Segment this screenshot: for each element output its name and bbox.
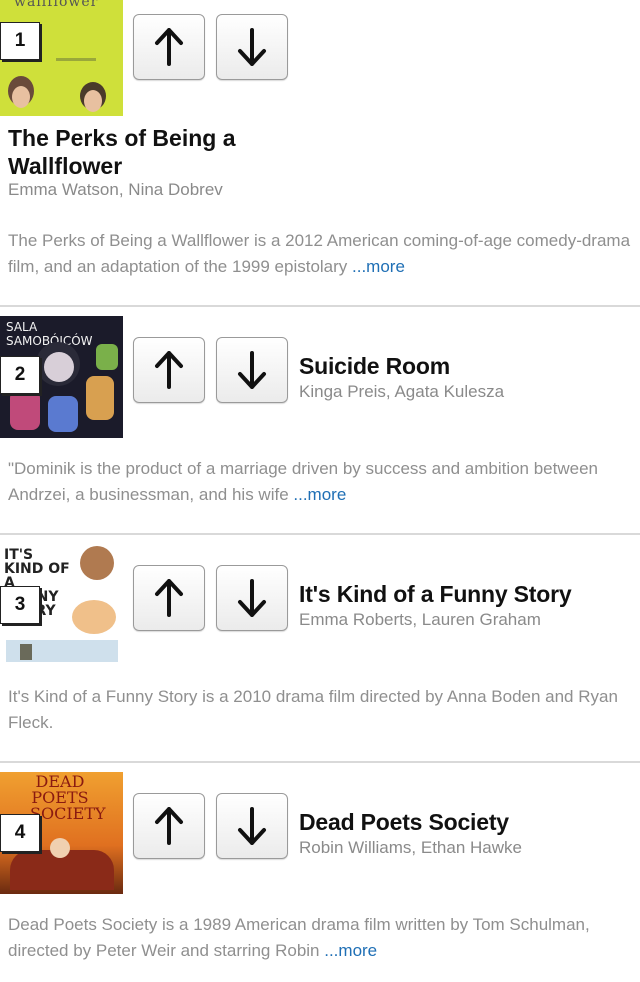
upvote-button[interactable] — [133, 793, 205, 859]
description-text: The Perks of Being a Wallflower is a 201… — [8, 231, 631, 276]
downvote-button[interactable] — [216, 14, 288, 80]
poster-face — [84, 90, 102, 112]
rank-badge: 3 — [0, 586, 40, 624]
poster-face — [12, 86, 30, 108]
poster-face — [72, 600, 116, 634]
poster-face — [80, 546, 114, 580]
divider — [0, 533, 640, 535]
arrow-up-icon — [155, 28, 183, 66]
movie-poster[interactable]: wallflower 1 — [0, 0, 123, 116]
movie-title[interactable]: It's Kind of a Funny Story — [299, 581, 572, 608]
more-link[interactable]: ...more — [352, 257, 405, 276]
poster-figure — [20, 644, 32, 660]
poster-figure — [96, 344, 118, 370]
poster-face — [50, 838, 70, 858]
arrow-up-icon — [155, 807, 183, 845]
movie-description: "Dominik is the product of a marriage dr… — [8, 456, 632, 508]
movie-poster[interactable]: SALA SAMOBÓJCÓW 2 — [0, 316, 123, 438]
movie-cast: Robin Williams, Ethan Hawke — [299, 838, 522, 857]
rank-badge: 1 — [0, 22, 40, 60]
more-link[interactable]: ...more — [324, 941, 377, 960]
poster-figure — [48, 396, 78, 432]
poster-title: wallflower — [14, 0, 99, 10]
movie-title[interactable]: The Perks of Being a Wallflower — [8, 124, 298, 180]
movie-title[interactable]: Dead Poets Society — [299, 809, 509, 836]
arrow-down-icon — [238, 28, 266, 66]
poster-figure — [86, 376, 114, 420]
more-link[interactable]: ...more — [293, 485, 346, 504]
rank-badge: 2 — [0, 356, 40, 394]
movie-poster[interactable]: IT'S KIND OF A FUNNY STORY 3 — [0, 544, 123, 666]
arrow-down-icon — [238, 579, 266, 617]
arrow-up-icon — [155, 351, 183, 389]
arrow-up-icon — [155, 579, 183, 617]
upvote-button[interactable] — [133, 337, 205, 403]
movie-cast: Kinga Preis, Agata Kulesza — [299, 382, 505, 401]
downvote-button[interactable] — [216, 793, 288, 859]
downvote-button[interactable] — [216, 565, 288, 631]
description-text: It's Kind of a Funny Story is a 2010 dra… — [8, 687, 618, 732]
arrow-down-icon — [238, 807, 266, 845]
movie-poster[interactable]: DEAD POETS SOCIETY 4 — [0, 772, 123, 894]
movie-title[interactable]: Suicide Room — [299, 353, 450, 380]
poster-figure — [10, 390, 40, 430]
movie-cast: Emma Watson, Nina Dobrev — [8, 180, 223, 199]
movie-description: The Perks of Being a Wallflower is a 201… — [8, 228, 632, 280]
downvote-button[interactable] — [216, 337, 288, 403]
upvote-button[interactable] — [133, 14, 205, 80]
poster-tagline — [56, 58, 96, 61]
movie-description: Dead Poets Society is a 1989 American dr… — [8, 912, 632, 964]
divider — [0, 761, 640, 763]
upvote-button[interactable] — [133, 565, 205, 631]
description-text: Dead Poets Society is a 1989 American dr… — [8, 915, 590, 960]
movie-description: It's Kind of a Funny Story is a 2010 dra… — [8, 684, 632, 736]
arrow-down-icon — [238, 351, 266, 389]
poster-face — [44, 352, 74, 382]
divider — [0, 305, 640, 307]
movie-cast: Emma Roberts, Lauren Graham — [299, 610, 541, 629]
rank-badge: 4 — [0, 814, 40, 852]
